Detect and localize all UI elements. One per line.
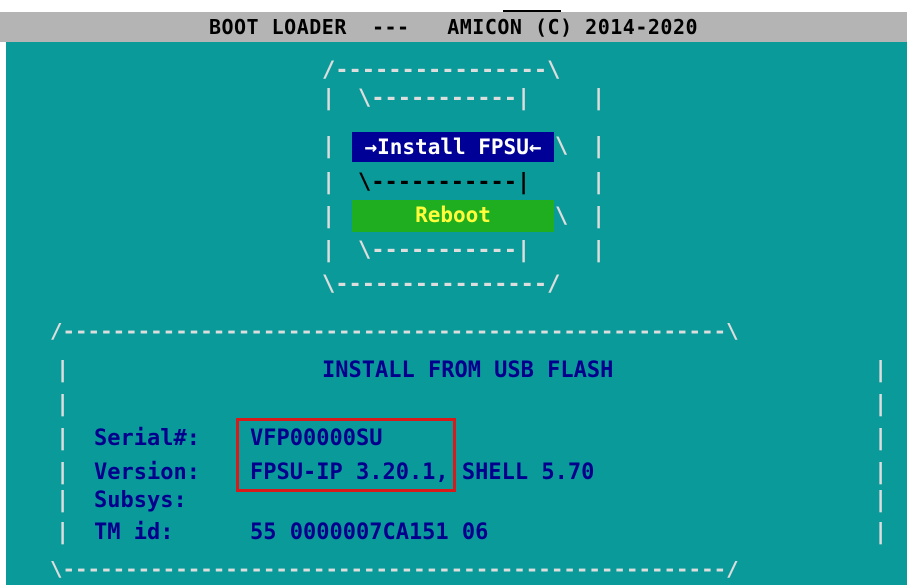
menu-frame-left-edge: | xyxy=(322,86,336,111)
menu-frame-left-edge: | xyxy=(322,204,336,229)
tm-id-label: TM id: xyxy=(94,520,174,545)
info-frame-right-edge: | xyxy=(874,488,888,513)
menu-frame-right-edge: | xyxy=(592,134,606,159)
menu-frame-right-edge: | xyxy=(592,204,606,229)
menu-pointer: \ xyxy=(555,134,569,159)
info-frame-left-edge: | xyxy=(56,426,70,451)
info-heading: INSTALL FROM USB FLASH xyxy=(322,358,614,383)
info-frame-top: /---------------------------------------… xyxy=(50,319,739,343)
info-frame-left-edge: | xyxy=(56,520,70,545)
menu-separator: \-----------| xyxy=(358,86,531,111)
info-frame-left-edge: | xyxy=(56,392,70,417)
menu-item-reboot[interactable]: Reboot xyxy=(352,200,554,232)
top-margin xyxy=(0,0,907,12)
subsys-label: Subsys: xyxy=(94,488,187,513)
menu-separator: \-----------| xyxy=(358,238,531,263)
menu-frame-right-edge: | xyxy=(592,86,606,111)
menu-pointer: \ xyxy=(555,204,569,229)
version-label: Version: xyxy=(94,460,200,485)
tm-id-value: 55 0000007CA151 06 xyxy=(250,520,489,545)
info-frame-bottom: \---------------------------------------… xyxy=(50,557,739,581)
menu-separator-selected: \-----------| xyxy=(358,170,531,195)
title-bar: BOOT LOADER --- AMICON (C) 2014-2020 xyxy=(0,12,907,42)
info-frame-left-edge: | xyxy=(56,488,70,513)
info-frame-right-edge: | xyxy=(874,520,888,545)
serial-label: Serial#: xyxy=(94,426,200,451)
info-frame-left-edge: | xyxy=(56,358,70,383)
bootloader-screen: /----------------\ | \-----------| | | →… xyxy=(6,42,907,585)
info-frame-left-edge: | xyxy=(56,460,70,485)
info-frame-right-edge: | xyxy=(874,392,888,417)
menu-frame-right-edge: | xyxy=(592,170,606,195)
menu-frame-left-edge: | xyxy=(322,134,336,159)
menu-frame-bottom: \----------------/ xyxy=(322,272,561,297)
menu-frame-left-edge: | xyxy=(322,170,336,195)
info-frame-right-edge: | xyxy=(874,426,888,451)
title-text: BOOT LOADER --- AMICON (C) 2014-2020 xyxy=(208,15,699,39)
highlight-box xyxy=(236,418,456,492)
info-frame-right-edge: | xyxy=(874,358,888,383)
menu-frame-left-edge: | xyxy=(322,238,336,263)
menu-frame-top: /----------------\ xyxy=(322,58,561,83)
menu-item-install-fpsu[interactable]: →Install FPSU← xyxy=(352,132,554,162)
menu-frame-right-edge: | xyxy=(592,238,606,263)
info-frame-right-edge: | xyxy=(874,460,888,485)
